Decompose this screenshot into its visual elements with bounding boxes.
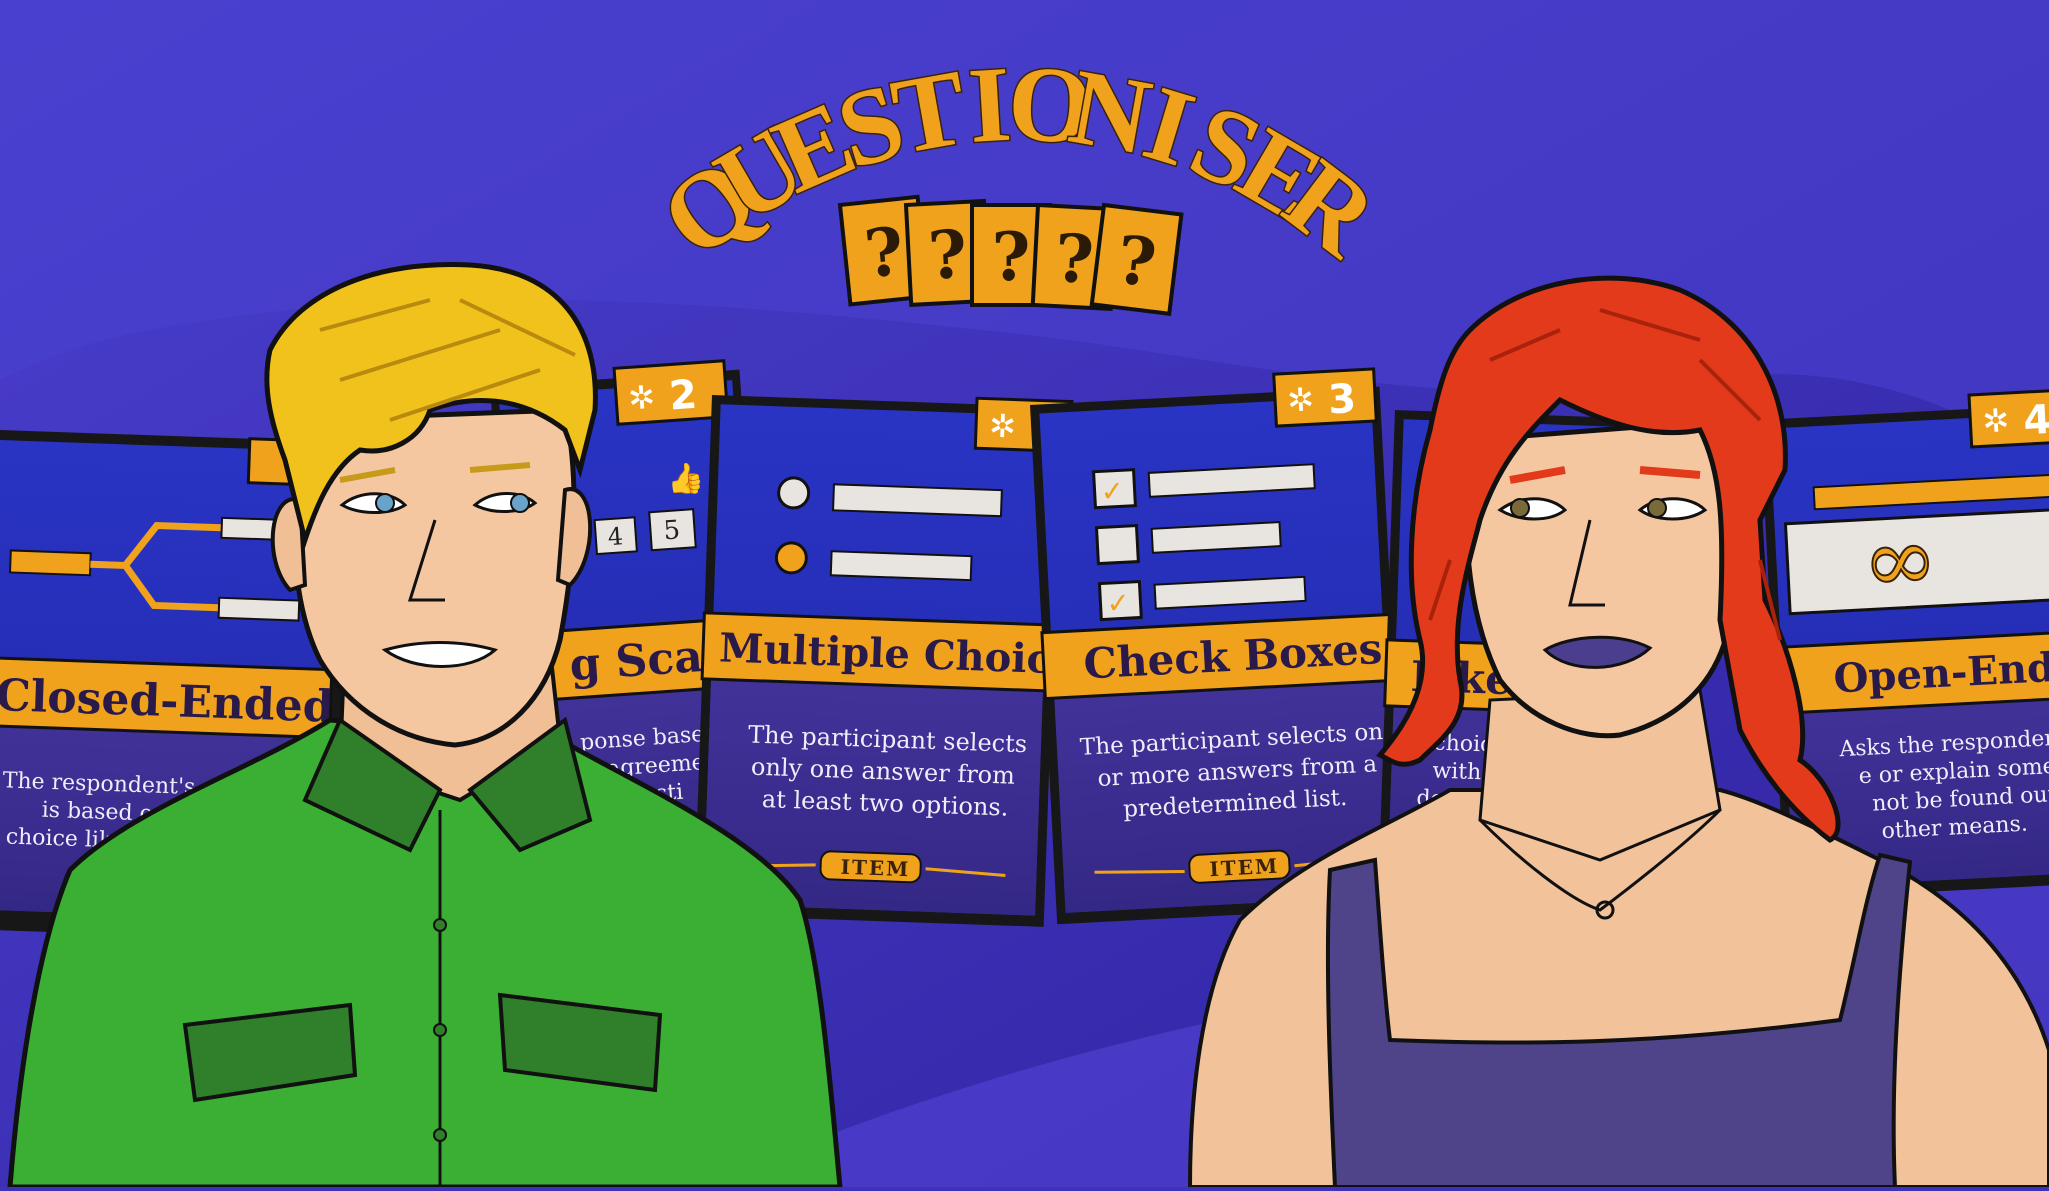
- card-multiple-choice[interactable]: ✲ Multiple Choice The participant select…: [693, 389, 1086, 928]
- card-desc-likert-2: with: [1432, 759, 1482, 786]
- question-mark: ?: [926, 215, 969, 295]
- badge-number-open-ended: 4: [2022, 397, 2049, 444]
- gear-icon: ✲: [1286, 380, 1315, 419]
- game-scene: QUESTIONISER ????? Closed-Ended The resp…: [0, 0, 2049, 1190]
- gear-icon: ✲: [627, 378, 656, 418]
- badge-rating-scale: ✲ 2: [612, 359, 730, 426]
- badge-check-boxes: ✲ 3: [1272, 367, 1378, 428]
- badge-number-rating-scale: 2: [668, 372, 699, 420]
- badge-open-ended: ✲ 4: [1967, 387, 2049, 449]
- svg-text:✓: ✓: [1100, 474, 1125, 508]
- question-mark: ?: [992, 218, 1031, 296]
- question-cards: ?????: [837, 194, 1184, 316]
- question-mark: ?: [861, 212, 908, 294]
- gear-icon: ✲: [1981, 401, 2010, 440]
- item-label-check-boxes: ITEM: [1209, 854, 1280, 882]
- infinity-icon: ∞: [1860, 506, 1940, 615]
- svg-text:✓: ✓: [1106, 586, 1131, 620]
- question-card: ?: [1089, 202, 1184, 316]
- badge-number-check-boxes: 3: [1327, 376, 1357, 423]
- scale-value-5: 5: [663, 515, 682, 546]
- gear-icon: ✲: [988, 407, 1016, 446]
- thumbs-up-icon: 👍: [666, 459, 706, 498]
- woman-face: [1463, 417, 1744, 739]
- question-mark: ?: [1053, 219, 1096, 299]
- scale-value-4: 4: [607, 522, 624, 551]
- item-label-multiple-choice: ITEM: [840, 855, 910, 881]
